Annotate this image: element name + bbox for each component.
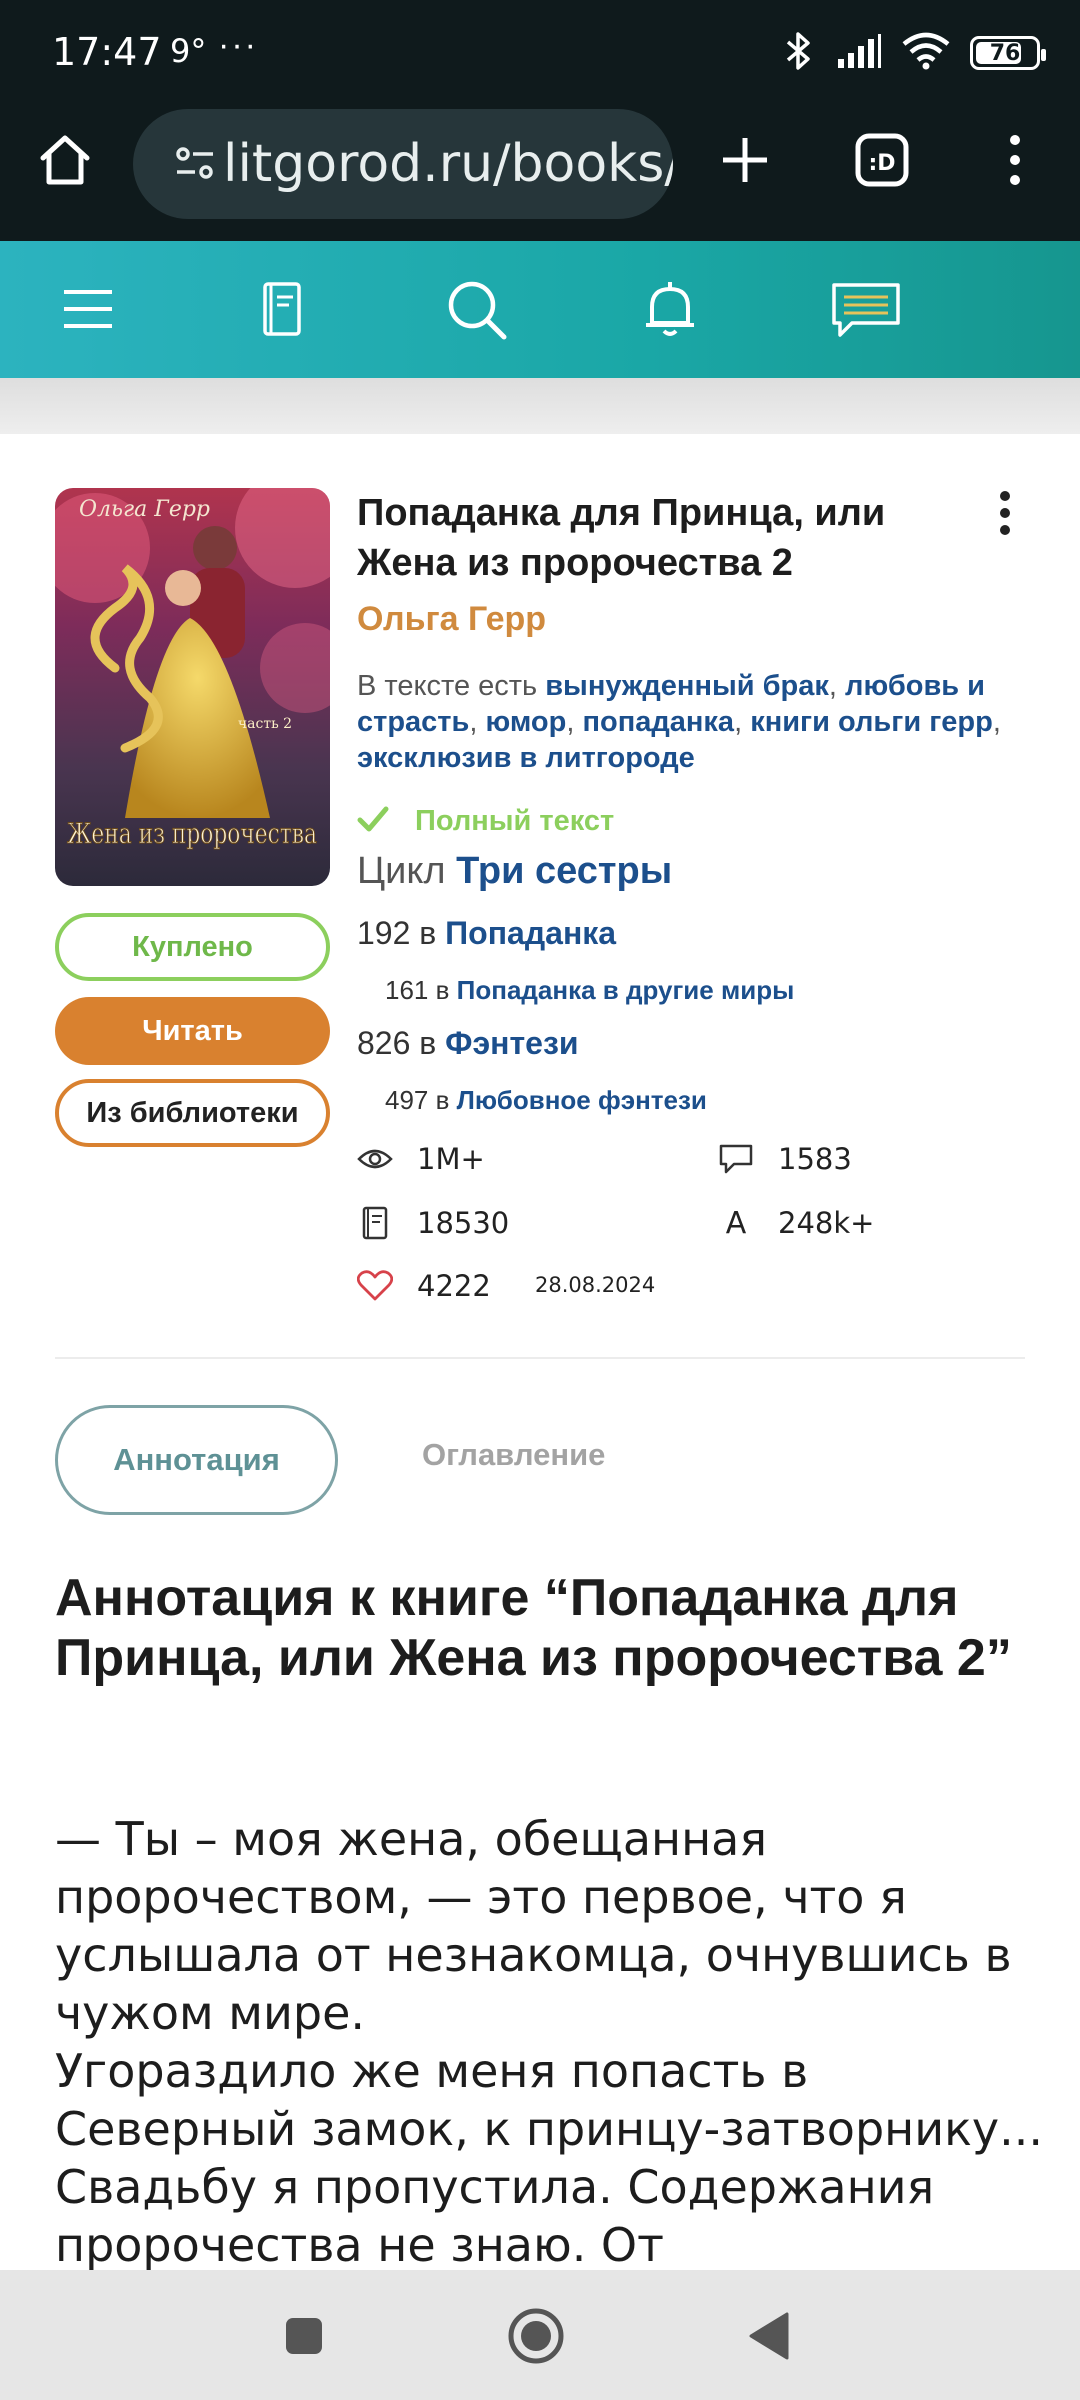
status-bar: 17:47 9° ··· 76 bbox=[0, 0, 1080, 105]
ranking-in: в bbox=[435, 1085, 450, 1115]
tab-switcher-icon[interactable]: :D bbox=[847, 125, 917, 195]
search-icon[interactable] bbox=[438, 271, 514, 347]
battery-level: 76 bbox=[989, 40, 1021, 66]
book-icon[interactable] bbox=[244, 271, 320, 347]
wifi-icon bbox=[902, 32, 950, 75]
full-text-label: Полный текст bbox=[415, 805, 615, 837]
system-navigation-bar bbox=[0, 2270, 1080, 2400]
ranking-place: 192 bbox=[357, 915, 411, 951]
tag-link[interactable]: книги ольги герр bbox=[750, 706, 993, 738]
annotation-heading: Аннотация к книге “Попаданка для Принца,… bbox=[55, 1569, 1012, 1687]
book-title: Попаданка для Принца, или Жена из пророч… bbox=[357, 492, 886, 584]
browser-toolbar: litgorod.ru/books/ :D bbox=[0, 105, 1080, 241]
read-button[interactable]: Читать bbox=[55, 997, 330, 1065]
recents-square-icon[interactable] bbox=[270, 2302, 338, 2370]
full-text-status: Полный текст bbox=[357, 805, 614, 838]
ranking-in: в bbox=[435, 975, 450, 1005]
annotation-body: — Ты – моя жена, обещанная пророчеством,… bbox=[55, 1810, 1045, 2270]
ranking-row: 826 в Фэнтези bbox=[357, 1025, 579, 1062]
checkmark-icon bbox=[357, 805, 389, 838]
tag-link[interactable]: вынужденный брак bbox=[545, 670, 829, 702]
tags-prefix: В тексте есть bbox=[357, 670, 538, 702]
nav-shadow bbox=[0, 378, 1080, 434]
new-tab-plus-icon[interactable] bbox=[710, 125, 780, 195]
views-stat: 1M+ bbox=[357, 1141, 485, 1177]
views-count: 1M+ bbox=[417, 1142, 485, 1176]
tab-switcher-label: :D bbox=[868, 151, 895, 176]
menu-dots-icon[interactable] bbox=[980, 125, 1050, 195]
divider bbox=[55, 1357, 1025, 1359]
battery-icon: 76 bbox=[970, 36, 1046, 70]
comment-icon bbox=[718, 1141, 754, 1177]
characters-letter-icon: A bbox=[725, 1205, 747, 1241]
ranking-place: 161 bbox=[385, 975, 429, 1005]
url-text: litgorod.ru/books/ bbox=[223, 134, 673, 194]
ranking-in: в bbox=[419, 915, 437, 951]
address-bar[interactable]: litgorod.ru/books/ bbox=[133, 109, 673, 219]
status-temperature: 9° bbox=[170, 32, 207, 70]
status-time: 17:47 bbox=[52, 30, 162, 74]
book-cycle: Цикл Три сестры bbox=[357, 850, 672, 893]
pages-stat: 18530 bbox=[357, 1205, 509, 1241]
tag-link[interactable]: попаданка bbox=[582, 706, 734, 738]
ranking-place: 497 bbox=[385, 1085, 429, 1115]
heart-icon[interactable] bbox=[357, 1268, 393, 1304]
pages-count: 18530 bbox=[417, 1206, 510, 1240]
book-cover[interactable]: Ольга Герр часть 2 Жена из пророчества bbox=[55, 488, 330, 886]
cycle-link[interactable]: Три сестры bbox=[456, 850, 672, 892]
more-options-icon[interactable] bbox=[990, 488, 1020, 538]
tab-contents[interactable]: Оглавление bbox=[422, 1437, 605, 1473]
likes-count: 4222 bbox=[417, 1269, 491, 1303]
characters-count: 248k+ bbox=[778, 1206, 875, 1240]
characters-stat: A 248k+ bbox=[718, 1205, 875, 1241]
ranking-row: 192 в Попаданка bbox=[357, 915, 616, 952]
back-triangle-icon[interactable] bbox=[735, 2302, 803, 2370]
tag-link[interactable]: эксклюзив в литгороде bbox=[357, 742, 695, 774]
ranking-row: 161 в Попаданка в другие миры bbox=[385, 975, 794, 1006]
home-circle-icon[interactable] bbox=[502, 2302, 570, 2370]
status-more-indicator: ··· bbox=[218, 26, 258, 64]
site-navigation bbox=[0, 241, 1080, 378]
likes-stat[interactable]: 4222 bbox=[357, 1268, 491, 1304]
remove-from-library-button[interactable]: Из библиотеки bbox=[55, 1079, 330, 1147]
annotation-paragraph: Угораздило же меня попасть в Северный за… bbox=[55, 2044, 1043, 2270]
bought-button[interactable]: Куплено bbox=[55, 913, 330, 981]
cover-title-text: Жена из пророчества bbox=[67, 817, 317, 850]
hamburger-menu-icon[interactable] bbox=[50, 271, 126, 347]
comments-stat: 1583 bbox=[718, 1141, 852, 1177]
ranking-row: 497 в Любовное фэнтези bbox=[385, 1085, 707, 1116]
cover-part-text: часть 2 bbox=[238, 716, 292, 732]
signal-icon bbox=[836, 33, 882, 74]
tab-annotation[interactable]: Аннотация bbox=[55, 1405, 338, 1515]
cover-author-text: Ольга Герр bbox=[79, 497, 210, 522]
ranking-place: 826 bbox=[357, 1025, 411, 1061]
bluetooth-icon bbox=[782, 31, 816, 76]
status-icons: 76 bbox=[782, 30, 1046, 76]
publication-date: 28.08.2024 bbox=[535, 1273, 656, 1297]
site-settings-icon[interactable] bbox=[173, 142, 217, 186]
ranking-genre-link[interactable]: Попаданка в другие миры bbox=[457, 975, 795, 1005]
ranking-genre-link[interactable]: Фэнтези bbox=[445, 1025, 578, 1061]
messages-icon[interactable] bbox=[828, 271, 904, 347]
book-author-link[interactable]: Ольга Герр bbox=[357, 600, 546, 639]
tag-link[interactable]: юмор bbox=[485, 706, 566, 738]
ranking-genre-link[interactable]: Попаданка bbox=[445, 915, 616, 951]
ranking-genre-link[interactable]: Любовное фэнтези bbox=[457, 1085, 707, 1115]
bell-icon[interactable] bbox=[632, 271, 708, 347]
eye-icon bbox=[357, 1141, 393, 1177]
ranking-in: в bbox=[419, 1025, 437, 1061]
comments-count: 1583 bbox=[778, 1142, 852, 1176]
book-tags: В тексте есть вынужденный брак, любовь и… bbox=[357, 670, 1001, 774]
book-pages-icon bbox=[357, 1205, 393, 1241]
annotation-paragraph: — Ты – моя жена, обещанная пророчеством,… bbox=[55, 1812, 1012, 2040]
cycle-prefix: Цикл bbox=[357, 850, 446, 892]
home-icon[interactable] bbox=[30, 125, 100, 195]
